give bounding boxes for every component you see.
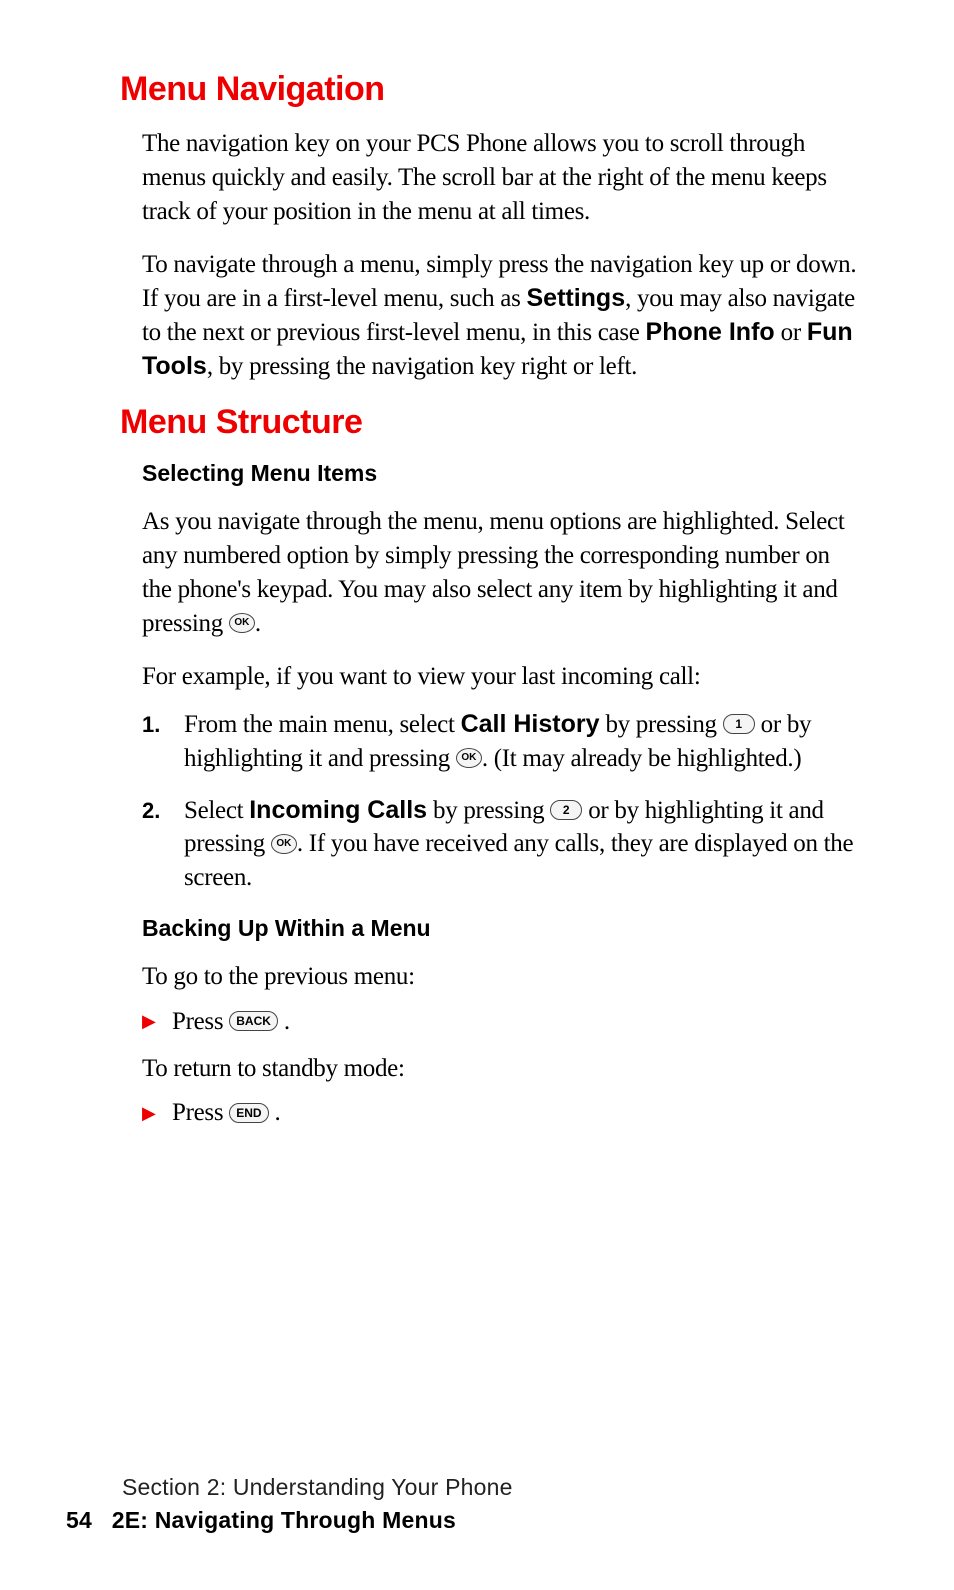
subheading-backing-up: Backing Up Within a Menu	[142, 915, 864, 942]
page-footer: Section 2: Understanding Your Phone 54 2…	[66, 1474, 864, 1534]
back-paragraph-2: To return to standby mode:	[142, 1052, 864, 1086]
bullet-press-back: ▶ Press BACK .	[142, 1008, 864, 1036]
menu-navigation-body: The navigation key on your PCS Phone all…	[142, 127, 864, 383]
end-key-icon: END	[229, 1103, 268, 1123]
bullet-text: Press BACK .	[172, 1008, 290, 1036]
ok-key-icon: OK	[456, 748, 482, 768]
heading-menu-navigation: Menu Navigation	[120, 70, 864, 109]
footer-chapter-label: 54 2E: Navigating Through Menus	[66, 1507, 864, 1534]
back-paragraph-1: To go to the previous menu:	[142, 960, 864, 994]
step-number: 2.	[142, 798, 184, 824]
one-key-icon: 1	[723, 714, 755, 734]
nav-paragraph-2: To navigate through a menu, simply press…	[142, 248, 864, 383]
back-key-icon: BACK	[229, 1011, 278, 1031]
bullet-press-end: ▶ Press END .	[142, 1099, 864, 1127]
numbered-steps: 1. From the main menu, select Call Histo…	[142, 708, 864, 895]
menu-structure-body: Selecting Menu Items As you navigate thr…	[142, 460, 864, 1127]
struct-paragraph-2: For example, if you want to view your la…	[142, 660, 864, 694]
ok-key-icon: OK	[271, 834, 297, 854]
triangle-bullet-icon: ▶	[142, 1011, 172, 1032]
footer-section-label: Section 2: Understanding Your Phone	[122, 1474, 864, 1501]
bold-phone-info: Phone Info	[646, 318, 775, 346]
step-body: From the main menu, select Call History …	[184, 708, 864, 776]
nav-paragraph-1: The navigation key on your PCS Phone all…	[142, 127, 864, 228]
page-number: 54	[66, 1507, 92, 1533]
struct-paragraph-1: As you navigate through the menu, menu o…	[142, 505, 864, 640]
triangle-bullet-icon: ▶	[142, 1103, 172, 1124]
bullet-text: Press END .	[172, 1099, 280, 1127]
step-1: 1. From the main menu, select Call Histo…	[142, 708, 864, 776]
step-body: Select Incoming Calls by pressing 2 or b…	[184, 794, 864, 895]
two-key-icon: 2	[550, 800, 582, 820]
ok-key-icon: OK	[229, 613, 255, 633]
heading-menu-structure: Menu Structure	[120, 403, 864, 442]
step-number: 1.	[142, 712, 184, 738]
bold-settings: Settings	[526, 284, 625, 312]
chapter-title: 2E: Navigating Through Menus	[112, 1507, 456, 1533]
bold-call-history: Call History	[461, 710, 600, 738]
bold-incoming-calls: Incoming Calls	[249, 796, 427, 824]
subheading-selecting-menu-items: Selecting Menu Items	[142, 460, 864, 487]
step-2: 2. Select Incoming Calls by pressing 2 o…	[142, 794, 864, 895]
